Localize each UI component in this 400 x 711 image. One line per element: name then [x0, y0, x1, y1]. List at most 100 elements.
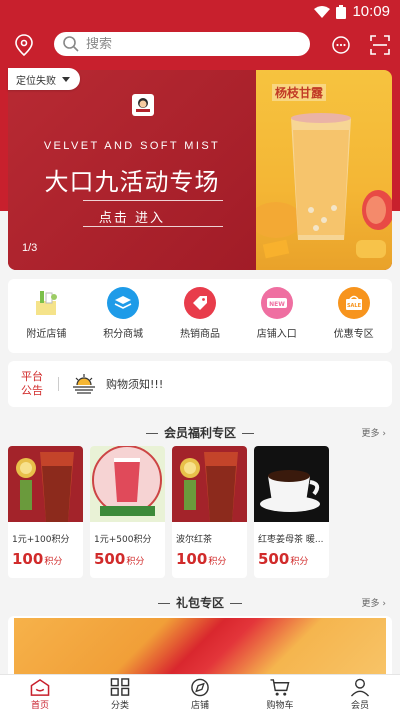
more-label: 更多 — [361, 599, 380, 609]
banner-cta[interactable]: 点击 进入 — [8, 207, 256, 226]
tab-member[interactable]: 会员 — [320, 675, 400, 711]
member-section-header: 会员福利专区 更多 › — [0, 424, 400, 442]
product-price: 100积分 — [176, 550, 226, 568]
quicknav-label: 优惠专区 — [333, 329, 374, 340]
search-bar[interactable] — [54, 32, 310, 56]
wifi-icon — [314, 5, 331, 18]
tag-icon — [183, 287, 216, 319]
price-unit: 积分 — [44, 557, 63, 567]
price-value: 500 — [258, 550, 290, 568]
gift-section-header: 礼包专区 更多 › — [0, 594, 400, 612]
gift-section-title: 礼包专区 — [175, 596, 224, 610]
brand-logo — [132, 94, 154, 116]
tab-label: 会员 — [350, 701, 369, 711]
product-name: 波尔红茶 — [176, 535, 213, 545]
tab-cart[interactable]: 购物车 — [240, 675, 320, 711]
search-input[interactable] — [86, 36, 286, 52]
message-icon[interactable] — [331, 35, 351, 55]
price-value: 500 — [94, 550, 126, 568]
tab-label: 首页 — [30, 701, 49, 711]
product-card[interactable]: 1元+100积分 100积分 — [8, 446, 83, 578]
caret-down-icon — [62, 76, 70, 82]
banner-product-tag: 杨枝甘露 — [272, 84, 327, 101]
quicknav-hot-products[interactable]: 热销商品 — [162, 279, 239, 353]
quicknav-nearby-stores[interactable]: 附近店铺 — [8, 279, 85, 353]
tab-label: 店铺 — [190, 701, 209, 711]
title-dash — [230, 603, 242, 604]
price-unit: 积分 — [208, 557, 227, 567]
gift-box-image — [14, 618, 386, 676]
home-icon — [30, 678, 50, 696]
new-badge-icon: NEW — [260, 287, 293, 319]
status-time: 10:09 — [352, 3, 390, 20]
product-name: 1元+500积分 — [94, 535, 152, 545]
person-icon — [350, 678, 370, 697]
status-bar: 10:09 — [0, 0, 400, 24]
member-section-title-wrap: 会员福利专区 — [0, 424, 400, 441]
quicknav-label: 热销商品 — [179, 329, 220, 340]
cart-icon — [270, 679, 290, 696]
svg-text:SALE: SALE — [347, 303, 362, 309]
tab-category[interactable]: 分类 — [80, 675, 160, 711]
price-unit: 积分 — [126, 557, 145, 567]
banner-page-indicator: 1/3 — [22, 242, 38, 254]
product-card[interactable]: 1元+500积分 500积分 — [90, 446, 165, 578]
location-selector[interactable]: 定位失败 — [8, 68, 80, 90]
storefront-icon — [30, 287, 62, 319]
svg-text:NEW: NEW — [269, 301, 285, 308]
product-price: 500积分 — [258, 550, 308, 568]
product-image — [172, 446, 247, 522]
search-icon — [63, 36, 79, 52]
banner-title: 大口九活动专场 — [44, 168, 220, 196]
product-card[interactable]: 红枣姜母茶 暖... 500积分 — [254, 446, 329, 578]
quicknav-discount-zone[interactable]: SALE 优惠专区 — [315, 279, 392, 353]
product-image — [254, 446, 329, 522]
gift-section-more[interactable]: 更多 › — [362, 596, 387, 609]
layers-icon — [107, 287, 140, 319]
quicknav-label: 积分商城 — [103, 329, 144, 340]
product-image — [90, 446, 165, 522]
quicknav-points-mall[interactable]: 积分商城 — [85, 279, 162, 353]
sunrise-icon — [73, 374, 95, 394]
sale-icon: SALE — [337, 287, 370, 319]
price-value: 100 — [12, 550, 44, 568]
quick-nav: 附近店铺 积分商城 热销商品 NEW 店铺入口 SALE 优惠专区 — [8, 279, 392, 353]
header — [0, 24, 400, 66]
gift-banner[interactable] — [8, 616, 392, 676]
member-section-title: 会员福利专区 — [163, 426, 236, 440]
platform-notice[interactable]: 平台公告 购物须知!!! — [8, 361, 392, 407]
grid-icon — [110, 678, 130, 696]
quicknav-label: 附近店铺 — [26, 329, 67, 340]
scan-icon[interactable] — [370, 35, 390, 55]
notice-divider — [58, 377, 59, 391]
notice-text: 购物须知!!! — [106, 378, 164, 391]
product-price: 100积分 — [12, 550, 62, 568]
banner-divider-bottom — [83, 226, 223, 227]
product-name: 1元+100积分 — [12, 535, 70, 545]
gift-section-title-wrap: 礼包专区 — [0, 594, 400, 611]
banner-subtitle: VELVET AND SOFT MIST — [43, 140, 221, 152]
promo-banner[interactable]: VELVET AND SOFT MIST 大口九活动专场 点击 进入 1/3 杨… — [8, 70, 392, 270]
title-dash — [145, 433, 158, 434]
tab-label: 分类 — [110, 701, 129, 711]
more-label: 更多 — [361, 429, 380, 439]
status-icons: 10:09 — [314, 3, 390, 20]
tab-store[interactable]: 店铺 — [160, 675, 240, 711]
product-price: 500积分 — [94, 550, 144, 568]
member-products: 1元+100积分 100积分 1元+500积分 500积分 波尔红茶 100积分… — [8, 446, 392, 578]
price-unit: 积分 — [290, 557, 309, 567]
quicknav-store-entry[interactable]: NEW 店铺入口 — [238, 279, 315, 353]
location-pin-icon[interactable] — [14, 34, 34, 56]
notice-tag: 平台公告 — [21, 370, 43, 397]
quicknav-label: 店铺入口 — [256, 329, 297, 340]
price-value: 100 — [176, 550, 208, 568]
compass-icon — [191, 678, 209, 697]
product-card[interactable]: 波尔红茶 100积分 — [172, 446, 247, 578]
tab-home[interactable]: 首页 — [0, 675, 80, 711]
battery-icon — [336, 4, 347, 19]
tab-label: 购物车 — [266, 701, 294, 711]
chevron-right-icon: › — [382, 429, 386, 439]
banner-divider-top — [83, 200, 223, 201]
member-section-more[interactable]: 更多 › — [362, 426, 387, 439]
tab-bar: 首页 分类 店铺 购物车 会员 — [0, 674, 400, 711]
